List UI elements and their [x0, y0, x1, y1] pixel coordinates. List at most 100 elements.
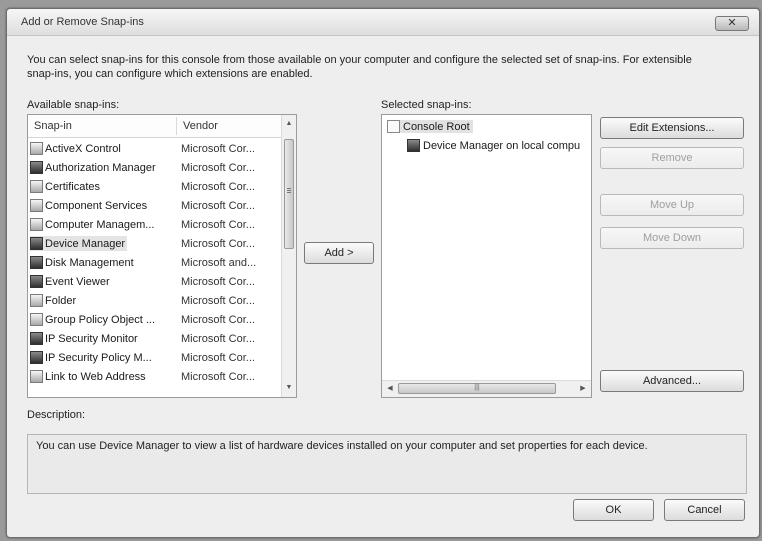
tree-item-label: Console Root [403, 120, 470, 133]
snapin-name: Link to Web Address [45, 370, 146, 383]
cancel-button[interactable]: Cancel [664, 499, 745, 521]
vertical-scrollbar[interactable]: ▲ ▼ [281, 115, 296, 397]
snapin-name-cell: IP Security Monitor [30, 331, 140, 346]
snapin-vendor: Microsoft Cor... [181, 181, 255, 193]
available-snapins-list[interactable]: Snap-in Vendor ActiveX Control Microsoft … [27, 114, 297, 398]
tree-item-console-root[interactable]: Console Root [387, 120, 473, 133]
snapin-vendor: Microsoft Cor... [181, 295, 255, 307]
snapin-name-cell: Computer Managem... [30, 217, 156, 232]
snapin-vendor: Microsoft Cor... [181, 314, 255, 326]
ip-security-policy-icon [30, 351, 43, 364]
snapin-name-cell: Component Services [30, 198, 149, 213]
description-label: Description: [27, 409, 86, 421]
move-down-button[interactable]: Move Down [600, 227, 744, 249]
snapin-name-cell: ActiveX Control [30, 141, 123, 156]
snapin-name-cell: Device Manager [30, 236, 128, 251]
snapin-name-cell: Folder [30, 293, 78, 308]
list-item[interactable]: Group Policy Object ... Microsoft Cor... [28, 310, 282, 329]
console-root-icon [387, 120, 400, 133]
snapin-vendor: Microsoft Cor... [181, 238, 255, 250]
disk-management-icon [30, 256, 43, 269]
horizontal-scrollbar[interactable]: ◀ ||| ▶ [382, 380, 591, 397]
snapin-name-cell: Certificates [30, 179, 102, 194]
snapin-name: Component Services [45, 199, 148, 212]
snapin-vendor: Microsoft Cor... [181, 371, 255, 383]
snapin-name: ActiveX Control [45, 142, 121, 155]
list-item[interactable]: ActiveX Control Microsoft Cor... [28, 139, 282, 158]
folder-icon [30, 294, 43, 307]
close-button[interactable]: ✕ [715, 16, 749, 31]
authorization-icon [30, 161, 43, 174]
intro-text: You can select snap-ins for this console… [27, 54, 692, 80]
snapin-name: Device Manager [45, 237, 126, 250]
list-item[interactable]: Event Viewer Microsoft Cor... [28, 272, 282, 291]
move-up-button[interactable]: Move Up [600, 194, 744, 216]
window-title: Add or Remove Snap-ins [21, 16, 144, 28]
scroll-left-arrow-icon[interactable]: ◀ [383, 382, 397, 396]
device-manager-icon [30, 237, 43, 250]
list-item[interactable]: Disk Management Microsoft and... [28, 253, 282, 272]
ip-security-monitor-icon [30, 332, 43, 345]
snapin-name: Event Viewer [45, 275, 110, 288]
snapin-name: Disk Management [45, 256, 134, 269]
snapin-name-cell: Group Policy Object ... [30, 312, 157, 327]
column-divider[interactable] [176, 117, 177, 135]
scroll-right-arrow-icon[interactable]: ▶ [576, 382, 590, 396]
component-services-icon [30, 199, 43, 212]
scroll-up-arrow-icon[interactable]: ▲ [282, 117, 296, 131]
snapin-rows: ActiveX Control Microsoft Cor... Authoriza… [28, 139, 282, 397]
snapin-name-cell: Link to Web Address [30, 369, 148, 384]
snapin-vendor: Microsoft Cor... [181, 143, 255, 155]
list-item[interactable]: Link to Web Address Microsoft Cor... [28, 367, 282, 386]
device-manager-icon [407, 139, 420, 152]
ok-button[interactable]: OK [573, 499, 654, 521]
snapin-name-cell: Event Viewer [30, 274, 112, 289]
computer-management-icon [30, 218, 43, 231]
snapin-name: IP Security Monitor [45, 332, 138, 345]
selected-snapins-tree[interactable]: Console Root Device Manager on local com… [381, 114, 592, 398]
snapin-name: IP Security Policy M... [45, 351, 152, 364]
list-item[interactable]: Device Manager Microsoft Cor... [28, 234, 282, 253]
tree-item-label: Device Manager on local compu [423, 139, 581, 152]
list-item[interactable]: Component Services Microsoft Cor... [28, 196, 282, 215]
snapin-vendor: Microsoft Cor... [181, 162, 255, 174]
available-snapins-label: Available snap-ins: [27, 99, 120, 111]
snapin-name: Folder [45, 294, 77, 307]
add-button[interactable]: Add > [304, 242, 374, 264]
horizontal-scroll-thumb[interactable]: ||| [398, 383, 556, 394]
add-remove-snapins-dialog: Add or Remove Snap-ins ✕ You can select … [6, 8, 760, 538]
snapin-vendor: Microsoft Cor... [181, 276, 255, 288]
group-policy-icon [30, 313, 43, 326]
event-viewer-icon [30, 275, 43, 288]
snapin-name-cell: Disk Management [30, 255, 136, 270]
snapin-vendor: Microsoft Cor... [181, 219, 255, 231]
snapin-name-cell: IP Security Policy M... [30, 350, 154, 365]
scroll-down-arrow-icon[interactable]: ▼ [282, 381, 296, 395]
close-icon: ✕ [727, 17, 737, 29]
column-header-snapin[interactable]: Snap-in [34, 120, 72, 132]
certificates-icon [30, 180, 43, 193]
grip-icon [287, 188, 291, 189]
remove-button[interactable]: Remove [600, 147, 744, 169]
column-header-vendor[interactable]: Vendor [183, 120, 218, 132]
scroll-thumb[interactable] [284, 139, 294, 249]
snapin-vendor: Microsoft Cor... [181, 333, 255, 345]
snapin-name: Certificates [45, 180, 101, 193]
snapin-vendor: Microsoft and... [181, 257, 257, 269]
list-item[interactable]: Certificates Microsoft Cor... [28, 177, 282, 196]
list-item[interactable]: IP Security Monitor Microsoft Cor... [28, 329, 282, 348]
list-item[interactable]: IP Security Policy M... Microsoft Cor... [28, 348, 282, 367]
snapin-name-cell: Authorization Manager [30, 160, 158, 175]
description-box: You can use Device Manager to view a lis… [27, 434, 747, 494]
list-header: Snap-in Vendor [28, 115, 282, 138]
web-link-icon [30, 370, 43, 383]
selected-snapins-label: Selected snap-ins: [381, 99, 472, 111]
advanced-button[interactable]: Advanced... [600, 370, 744, 392]
edit-extensions-button[interactable]: Edit Extensions... [600, 117, 744, 139]
list-item[interactable]: Folder Microsoft Cor... [28, 291, 282, 310]
list-item[interactable]: Authorization Manager Microsoft Cor... [28, 158, 282, 177]
snapin-vendor: Microsoft Cor... [181, 352, 255, 364]
tree-item-device-manager[interactable]: Device Manager on local compu [407, 139, 580, 152]
list-item[interactable]: Computer Managem... Microsoft Cor... [28, 215, 282, 234]
activex-icon [30, 142, 43, 155]
